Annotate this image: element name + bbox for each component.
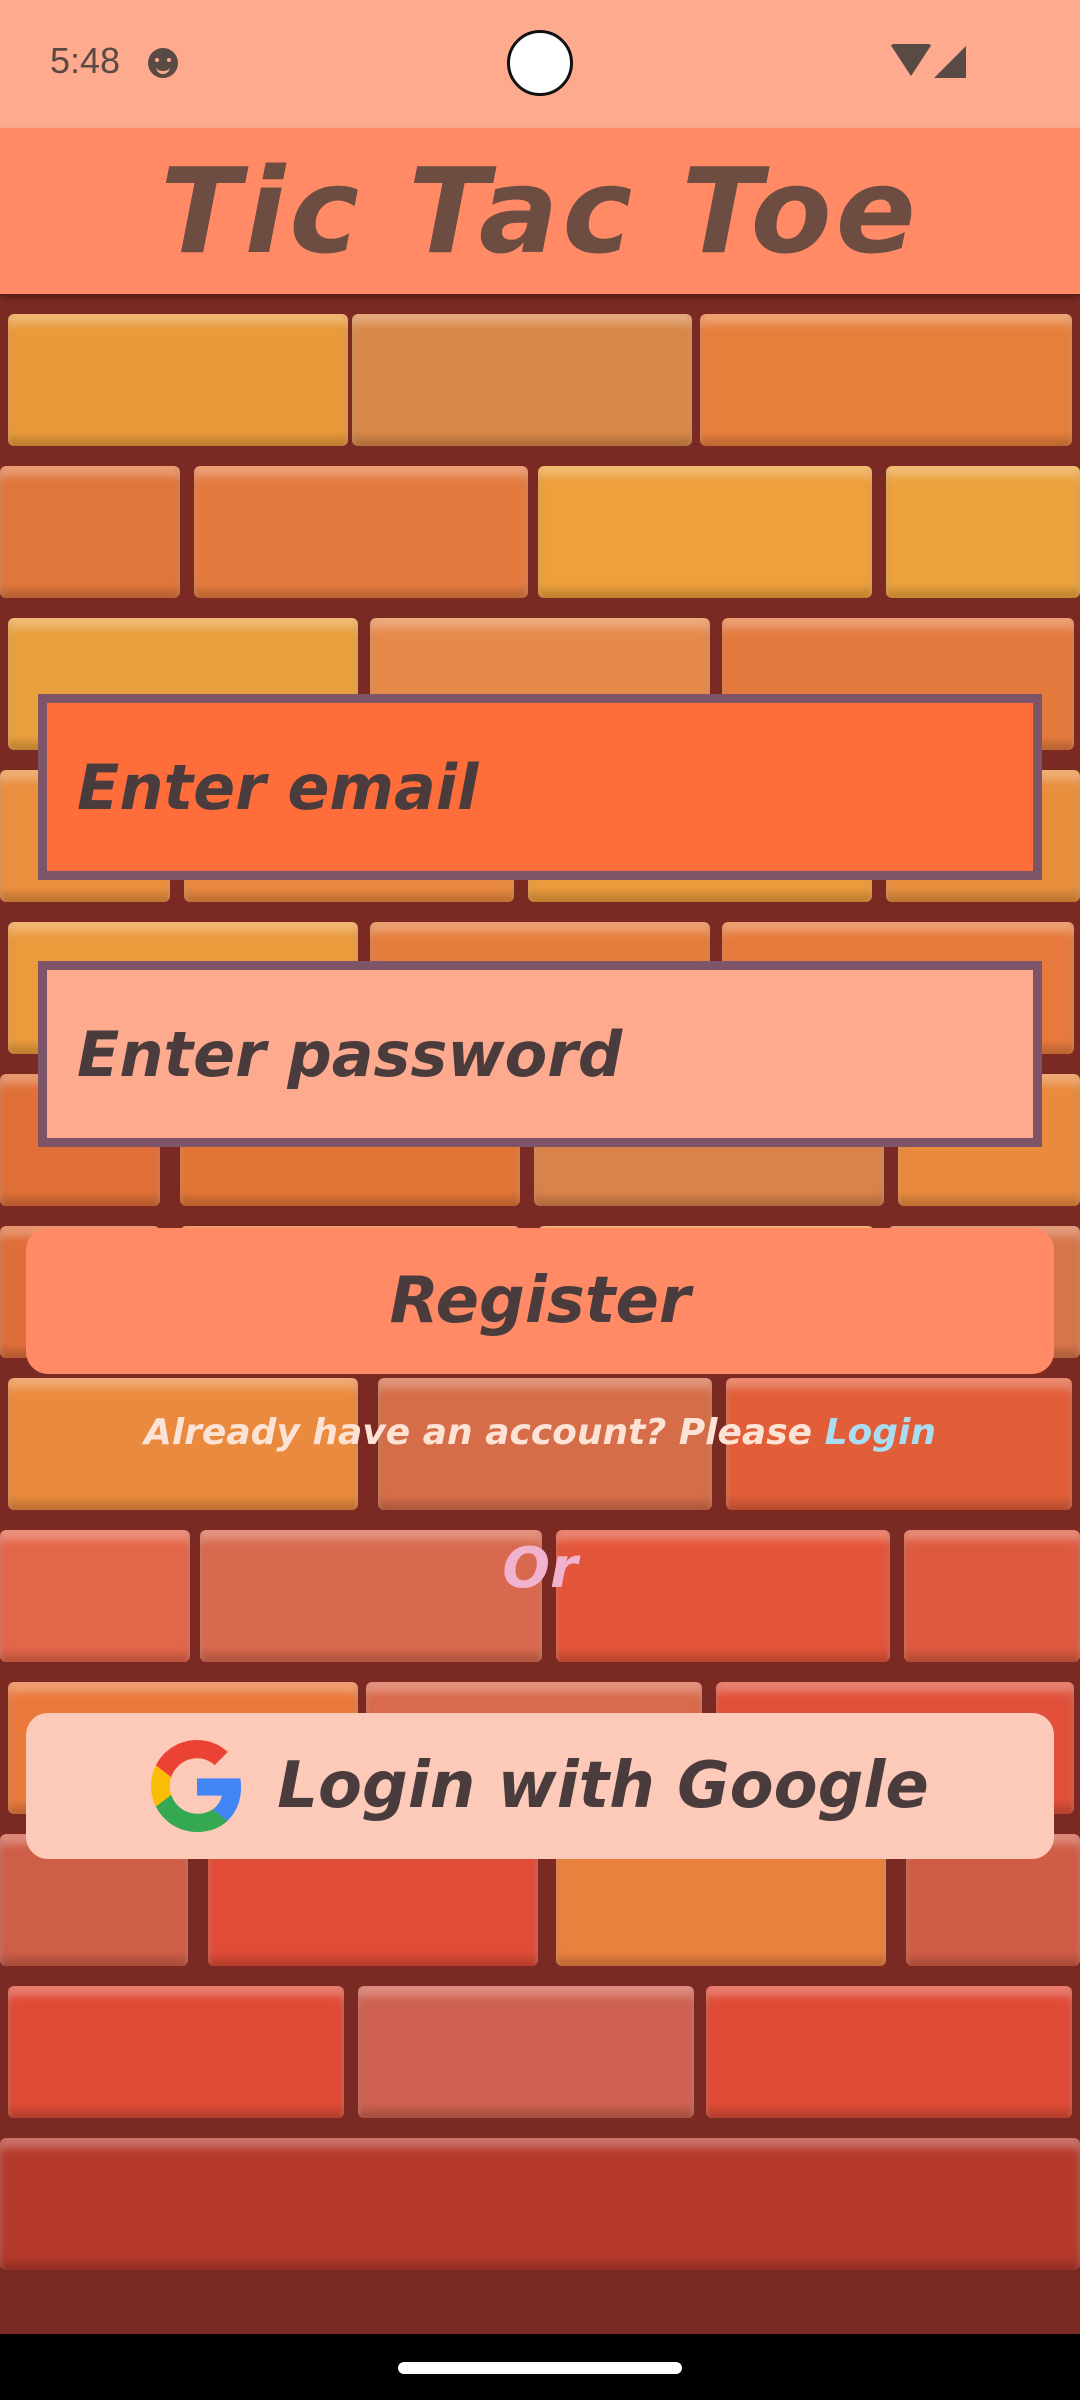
status-time: 5:48 — [50, 40, 121, 81]
password-field[interactable] — [38, 961, 1042, 1147]
google-login-button[interactable]: Login with Google — [26, 1713, 1054, 1859]
login-link[interactable]: Login — [825, 1412, 936, 1453]
brick — [700, 314, 1072, 446]
email-field[interactable] — [38, 694, 1042, 880]
brick-row — [0, 302, 1080, 452]
brick — [886, 466, 1080, 598]
brick-row — [0, 454, 1080, 604]
title-bar: Tic Tac Toe — [0, 128, 1080, 294]
brick — [706, 1986, 1072, 2118]
brick — [352, 314, 692, 446]
register-button[interactable]: Register — [26, 1228, 1054, 1374]
password-input[interactable] — [47, 970, 1033, 1138]
login-screen: 5:48 Tic Tac Toe Register Already have a… — [0, 0, 1080, 2400]
or-divider-text: Or — [502, 1536, 578, 1601]
email-input[interactable] — [47, 703, 1033, 871]
brick — [358, 1986, 694, 2118]
brick-row — [0, 1974, 1080, 2124]
brick — [8, 314, 348, 446]
register-button-label: Register — [389, 1264, 691, 1338]
brick — [194, 466, 528, 598]
brick — [0, 466, 180, 598]
brick — [0, 2138, 1080, 2270]
login-prompt: Already have an account? Please Login — [0, 1412, 1080, 1453]
brick-row — [0, 2126, 1080, 2276]
brick — [8, 1986, 344, 2118]
wifi-icon — [890, 44, 932, 76]
home-gesture-handle[interactable] — [398, 2362, 682, 2374]
brick — [538, 466, 872, 598]
status-bar: 5:48 — [0, 0, 1080, 128]
app-title: Tic Tac Toe — [160, 142, 920, 280]
camera-cutout — [507, 30, 573, 96]
face-icon — [148, 48, 178, 78]
google-login-label: Login with Google — [277, 1749, 929, 1823]
signal-icon — [934, 46, 966, 78]
google-icon — [151, 1740, 242, 1832]
navigation-bar — [0, 2334, 1080, 2400]
login-prompt-text: Already have an account? Please — [143, 1412, 813, 1453]
